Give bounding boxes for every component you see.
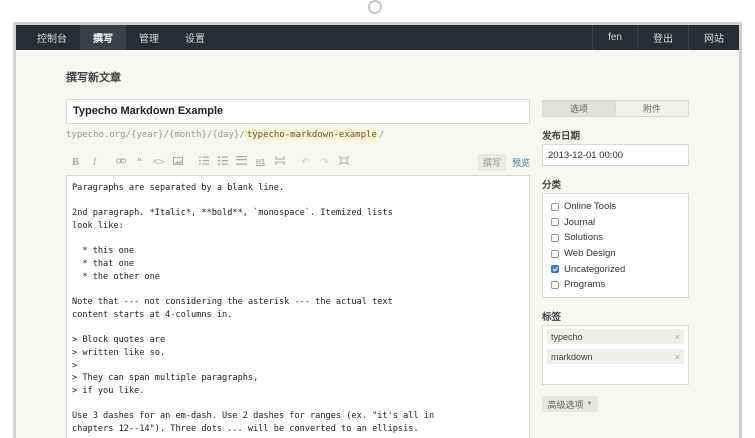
nav-site[interactable]: 网站 — [688, 25, 739, 50]
editor-line: Paragraphs are separated by a blank line… — [72, 183, 285, 193]
category-label-text: Programs — [564, 279, 606, 291]
category-checkbox[interactable] — [551, 202, 559, 211]
date-label: 发布日期 — [542, 131, 581, 142]
top-navbar: 控制台 撰写 管理 设置 fen 登出 网站 — [16, 25, 739, 50]
nav-settings[interactable]: 设置 — [172, 25, 218, 50]
sidebar-tabs: 选项 附件 — [542, 100, 689, 117]
permalink-line: typecho.org/{year}/{month}/{day}/typecho… — [66, 129, 385, 141]
publish-date-input[interactable]: 2013-12-01 00:00 — [542, 144, 689, 166]
ordered-list-icon[interactable] — [194, 156, 213, 168]
nav-user[interactable]: fen — [592, 25, 637, 50]
category-item[interactable]: Programs — [551, 277, 680, 293]
category-list: Online Tools Journal Solutions Web Design Un… — [542, 193, 689, 298]
link-icon[interactable] — [111, 157, 130, 168]
editor-line: > written like so. — [72, 347, 166, 358]
nav-dashboard[interactable]: 控制台 — [24, 25, 80, 50]
category-checkbox[interactable] — [551, 218, 559, 227]
remove-tag-icon[interactable]: × — [675, 352, 680, 362]
slug-input[interactable]: typecho-markdown-example — [244, 129, 379, 141]
horizontal-rule-icon[interactable]: H1 — [251, 159, 270, 166]
editor-line: > They can span multiple paragraphs, — [72, 373, 259, 384]
tag-name: markdown — [551, 351, 593, 362]
editor-line: > — [72, 360, 78, 371]
advanced-options-label: 高级选项 — [547, 399, 584, 410]
caret-down-icon: ▼ — [586, 401, 593, 407]
editor-line: * the other one — [72, 271, 160, 282]
quote-icon[interactable]: “ — [130, 157, 149, 168]
editor-line: Use 3 dashes for an em-dash. Use 2 dashe… — [72, 411, 435, 422]
nav-write[interactable]: 撰写 — [80, 25, 126, 50]
category-label-text: Uncategorized — [564, 263, 626, 275]
category-label: 分类 — [542, 180, 562, 191]
tab-attachments[interactable]: 附件 — [616, 101, 688, 116]
category-label-text: Solutions — [564, 232, 604, 244]
category-label-text: Web Design — [564, 248, 616, 260]
nav-manage[interactable]: 管理 — [126, 25, 172, 50]
tag-input-box[interactable]: typecho × markdown × — [542, 325, 689, 385]
heading-icon[interactable] — [232, 156, 251, 168]
editor-line: * that one — [72, 259, 135, 270]
tab-options[interactable]: 选项 — [543, 101, 616, 116]
tag-name: typecho — [551, 331, 583, 342]
permalink-suffix: / — [378, 130, 385, 140]
code-icon[interactable]: <> — [149, 157, 168, 168]
editor-line: chapters 12--14"). Three dots ... will b… — [72, 424, 419, 435]
editor-line: > if you like. — [72, 386, 145, 396]
nav-logout[interactable]: 登出 — [637, 25, 688, 50]
category-label-text: Online Tools — [564, 201, 617, 213]
editor-line: look like: — [72, 221, 124, 232]
browser-frame: 控制台 撰写 管理 设置 fen 登出 网站 撰写新文章 Typecho Mar… — [13, 22, 742, 438]
editor-line: 2nd paragraph. *Italic*, **bold**, `mono… — [72, 208, 393, 219]
more-icon[interactable] — [270, 156, 289, 168]
permalink-prefix: typecho.org/{year}/{month}/{day}/ — [66, 130, 245, 140]
preview-link[interactable]: 预览 — [512, 156, 530, 169]
redo-icon[interactable]: ↷ — [315, 157, 334, 168]
markdown-editor[interactable]: Paragraphs are separated by a blank line… — [66, 175, 530, 438]
post-title-input[interactable]: Typecho Markdown Example — [66, 99, 530, 124]
write-tab[interactable]: 撰写 — [477, 153, 506, 171]
category-item[interactable]: Solutions — [551, 230, 680, 246]
tag-chip: markdown × — [547, 349, 684, 364]
remove-tag-icon[interactable]: × — [675, 332, 680, 342]
category-item[interactable]: Online Tools — [551, 199, 680, 215]
category-item[interactable]: Uncategorized — [551, 261, 680, 277]
tag-label: 标签 — [542, 312, 562, 323]
editor-line: content starts at 4-columns in. — [72, 309, 233, 320]
category-checkbox[interactable] — [551, 249, 559, 258]
image-icon[interactable] — [168, 156, 187, 168]
category-item[interactable]: Web Design — [551, 246, 680, 262]
category-item[interactable]: Journal — [551, 215, 680, 231]
category-checkbox[interactable] — [551, 233, 559, 242]
bold-icon[interactable]: B — [66, 157, 85, 168]
italic-icon[interactable]: I — [85, 157, 104, 168]
tag-chip: typecho × — [547, 329, 684, 344]
editor-line: * this one — [72, 246, 135, 257]
unordered-list-icon[interactable] — [213, 156, 232, 168]
editor-toolbar: B I “ <> H1 ↶ ↷ 撰写 预览 — [66, 153, 530, 171]
fullscreen-icon[interactable] — [334, 155, 353, 168]
editor-line: > Block quotes are — [72, 335, 166, 346]
page-title: 撰写新文章 — [66, 72, 121, 84]
advanced-options-button[interactable]: 高级选项 ▼ — [542, 396, 598, 412]
editor-line: Note that --- not considering the asteri… — [72, 297, 393, 308]
category-label-text: Journal — [564, 216, 596, 228]
category-checkbox[interactable] — [551, 265, 559, 274]
category-checkbox[interactable] — [551, 280, 559, 289]
camera-dot — [368, 0, 382, 14]
undo-icon[interactable]: ↶ — [296, 157, 315, 168]
